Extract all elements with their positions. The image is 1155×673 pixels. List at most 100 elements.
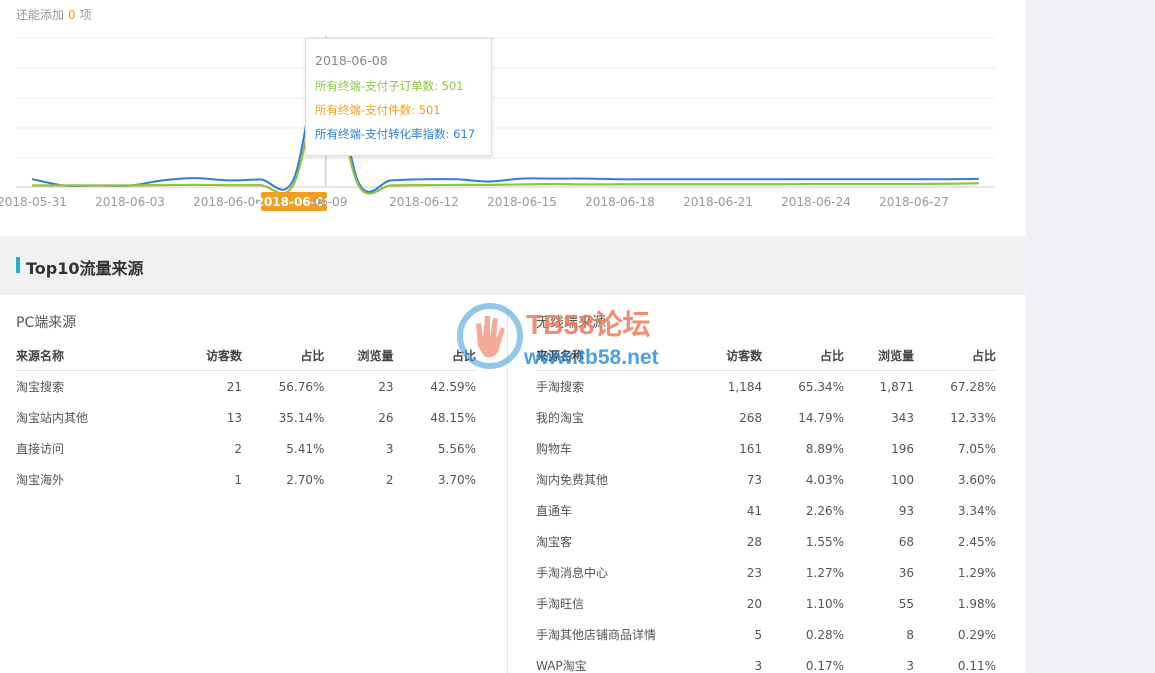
- table-cell: 淘宝客: [536, 535, 573, 549]
- table-cell: 2.70%: [286, 472, 325, 487]
- table-row: 手淘其他店铺商品详情 5 0.28% 8 0.29%: [536, 619, 996, 650]
- x-tick-label: 06-09: [313, 195, 348, 209]
- table-cell: 1.29%: [957, 565, 996, 580]
- x-tick-label: 2018-06-06: [193, 195, 263, 209]
- table-row: 淘宝站内其他 13 35.14% 26 48.15%: [16, 402, 476, 433]
- right-background: [1026, 0, 1155, 673]
- section-accent-bar: [16, 257, 20, 273]
- table-cell: 36: [898, 565, 914, 580]
- table-cell: 55: [898, 596, 914, 611]
- table-cell: 67.28%: [950, 379, 996, 394]
- wireless-panel-title: 无线端来源: [536, 315, 606, 331]
- x-tick-label: 2018-06-12: [389, 195, 459, 209]
- table-cell: 2.45%: [957, 534, 996, 549]
- x-tick-label: 2018-06-15: [487, 195, 557, 209]
- table-cell: 26: [378, 410, 394, 425]
- table-cell: 8: [906, 627, 914, 642]
- table-cell: 1.10%: [805, 596, 845, 611]
- table-row: 直接访问 2 5.41% 3 5.56%: [16, 433, 476, 464]
- column-header: 占比: [393, 340, 476, 371]
- table-row: 手淘消息中心 23 1.27% 36 1.29%: [536, 557, 996, 588]
- table-row: 淘宝海外 1 2.70% 2 3.70%: [16, 464, 476, 495]
- table-cell: 1.98%: [957, 596, 996, 611]
- table-cell: 20: [746, 596, 763, 611]
- table-cell: 3: [906, 658, 914, 673]
- table-cell: 48.15%: [430, 410, 476, 425]
- trend-chart[interactable]: 2018-05-31 2018-06-03 2018-06-06 2018-06-08…: [0, 28, 1026, 228]
- remaining-prefix: 还能添加: [16, 8, 65, 22]
- table-cell: 购物车: [536, 442, 573, 456]
- table-cell: 2.26%: [805, 503, 845, 518]
- table-cell: 41: [746, 503, 763, 518]
- table-cell: 我的淘宝: [536, 411, 585, 425]
- table-row: 直通车 41 2.26% 93 3.34%: [536, 495, 996, 526]
- series-line-2: [32, 72, 979, 195]
- table-cell: 1.55%: [805, 534, 845, 549]
- table-cell: 56.76%: [278, 379, 325, 394]
- table-cell: 196: [891, 441, 914, 456]
- remaining-note: 还能添加 0 项: [16, 6, 92, 23]
- table-row: 手淘旺信 20 1.10% 55 1.98%: [536, 588, 996, 619]
- table-cell: 100: [891, 472, 914, 487]
- tooltip-line-items: 所有终端-支付件数: 501: [315, 103, 441, 117]
- tooltip-date: 2018-06-08: [315, 53, 388, 68]
- wireless-source-table: 来源名称 访客数 占比 浏览量 占比 手淘搜索 1,184 65.34% 1,871 67.28…: [536, 340, 996, 673]
- table-cell: 93: [898, 503, 914, 518]
- table-cell: 161: [739, 441, 763, 456]
- column-header: 占比: [241, 340, 325, 371]
- table-cell: 手淘旺信: [536, 597, 585, 611]
- table-cell: 13: [226, 410, 242, 425]
- table-cell: 淘宝搜索: [16, 380, 65, 394]
- table-cell: 淘内免费其他: [536, 473, 609, 487]
- table-cell: 0.11%: [957, 658, 996, 673]
- column-header: 访客数: [175, 340, 242, 371]
- table-cell: 1: [234, 472, 242, 487]
- tooltip-line-suborders: 所有终端-支付子订单数: 501: [315, 79, 464, 93]
- table-row: 淘内免费其他 73 4.03% 100 3.60%: [536, 464, 996, 495]
- table-cell: 5.41%: [286, 441, 325, 456]
- table-cell: 65.34%: [798, 379, 845, 394]
- remaining-suffix: 项: [79, 8, 92, 22]
- chart-tooltip: 2018-06-08 所有终端-支付子订单数: 501 所有终端-支付件数: 5…: [305, 38, 492, 156]
- table-cell: 手淘消息中心: [536, 566, 609, 580]
- trend-chart-svg[interactable]: 2018-05-31 2018-06-03 2018-06-06 2018-06-08…: [0, 28, 1026, 228]
- series-line-1: [32, 72, 979, 195]
- table-cell: 73: [746, 472, 763, 487]
- table-cell: 5: [754, 627, 763, 642]
- table-row: 购物车 161 8.89% 196 7.05%: [536, 433, 996, 464]
- table-cell: 0.29%: [957, 627, 996, 642]
- table-cell: 3: [385, 441, 394, 456]
- table-cell: 23: [746, 565, 763, 580]
- x-tick-label: 2018-06-03: [95, 195, 165, 209]
- x-tick-label: 2018-06-27: [879, 195, 949, 209]
- table-cell: 3: [754, 658, 763, 673]
- table-cell: 2: [234, 441, 242, 456]
- table-cell: 1,184: [727, 379, 763, 394]
- table-cell: 3.70%: [437, 472, 476, 487]
- table-cell: 1.27%: [805, 565, 845, 580]
- table-row: 淘宝客 28 1.55% 68 2.45%: [536, 526, 996, 557]
- main-panel: 还能添加 0 项 2018-05-31 2018-06-03 2018-06-06 201…: [0, 0, 1026, 673]
- table-cell: 14.79%: [798, 410, 845, 425]
- x-tick-label: 2018-06-21: [683, 195, 753, 209]
- watermark-hand-icon: [476, 316, 505, 358]
- table-cell: 343: [891, 410, 914, 425]
- table-cell: 3.60%: [957, 472, 996, 487]
- x-tick-label: 2018-05-31: [0, 195, 67, 209]
- table-cell: 21: [226, 379, 242, 394]
- table-cell: 淘宝海外: [16, 473, 65, 487]
- table-row: 手淘搜索 1,184 65.34% 1,871 67.28%: [536, 371, 996, 403]
- table-cell: 8.89%: [805, 441, 845, 456]
- x-tick-label: 2018-06-18: [585, 195, 655, 209]
- table-cell: 68: [898, 534, 914, 549]
- column-header: 来源名称: [536, 340, 695, 371]
- table-cell: 5.56%: [437, 441, 476, 456]
- table-cell: 2: [385, 472, 394, 487]
- column-header: 占比: [914, 340, 996, 371]
- section-header: Top10流量来源: [0, 236, 1026, 295]
- column-header: 浏览量: [324, 340, 394, 371]
- table-cell: 12.33%: [950, 410, 996, 425]
- x-tick-label: 2018-06-24: [781, 195, 851, 209]
- pc-panel-title: PC端来源: [16, 315, 77, 331]
- table-cell: 28: [746, 534, 763, 549]
